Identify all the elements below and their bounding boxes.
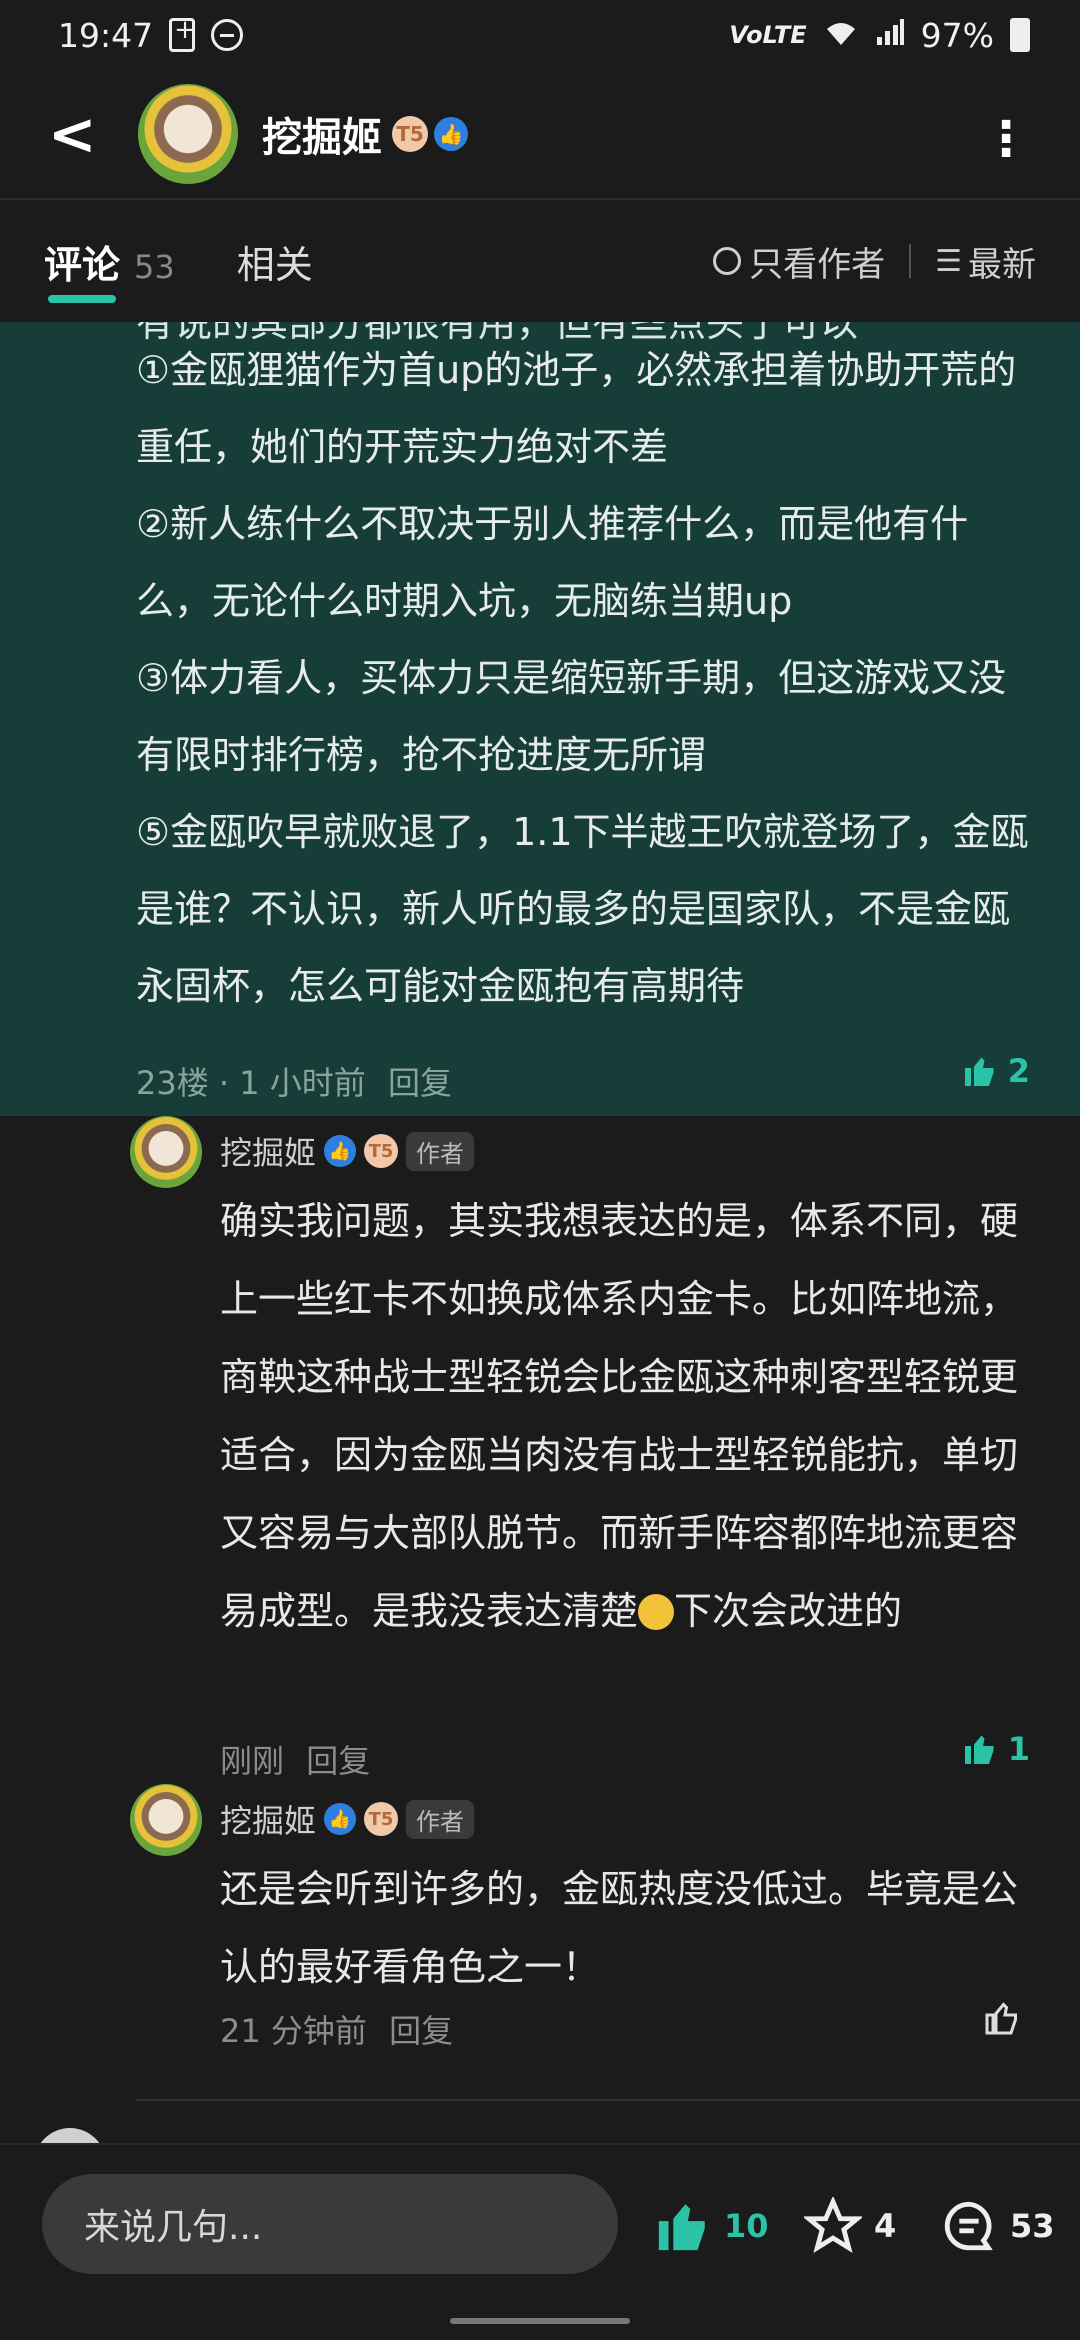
reply-time: 21 分钟前	[220, 2012, 367, 2050]
top-app-bar: < 挖掘姬 T5 👍 ⋮	[0, 70, 1080, 200]
tab-comments[interactable]: 评论 53	[44, 234, 175, 303]
level-badge: T5	[364, 1802, 399, 1836]
thumbs-up-badge-icon: 👍	[324, 1803, 357, 1835]
comment-paragraph: ②新人练什么不取决于别人推荐什么，而是他有什么，无论什么时期入坑，无脑练当期up	[136, 502, 969, 623]
star-icon	[804, 2197, 862, 2253]
emoji-icon	[638, 1594, 675, 1630]
meta-dot: ·	[218, 1064, 230, 1102]
comment-tabs: 评论 53 相关 只看作者 ☰ 最新	[0, 200, 1080, 322]
comment-filters: 只看作者 ☰ 最新	[713, 237, 1036, 286]
like-count: 10	[724, 2207, 769, 2245]
like-button[interactable]: 1	[962, 1730, 1030, 1768]
author-only-toggle[interactable]: 只看作者	[749, 237, 885, 286]
comment-meta: 23楼 · 1 小时前 回复	[136, 1058, 452, 1104]
tab-related[interactable]: 相关	[237, 234, 313, 289]
highlighted-comment[interactable]: 有说的其部分都很有用，但有些点头了可以 ①金瓯狸猫作为首up的池子，必然承担着协…	[0, 322, 1080, 1116]
comments-button[interactable]: 53	[940, 2197, 1055, 2255]
battery-percent: 97%	[920, 15, 994, 55]
comment-time: 1 小时前	[239, 1064, 366, 1102]
back-arrow-icon[interactable]: <	[48, 100, 108, 168]
level-badge: T5	[392, 116, 428, 152]
like-button[interactable]: 2	[962, 1052, 1030, 1090]
reply-author-name[interactable]: 挖掘姬	[220, 1796, 316, 1842]
radio-icon[interactable]	[713, 247, 742, 275]
reply-meta: 刚刚 回复	[220, 1736, 370, 1782]
signal-icon	[875, 16, 905, 55]
comment-count: 53	[1010, 2207, 1055, 2245]
comment-paragraph: ③体力看人，买体力只是缩短新手期，但这游戏又没有限时排行榜，抢不抢进度无所谓	[136, 656, 1007, 777]
comment-paragraph: ①金瓯狸猫作为首up的池子，必然承担着协助开荒的重任，她们的开荒实力绝对不差	[136, 348, 1017, 469]
author-tag: 作者	[406, 1131, 475, 1171]
tab-comments-count: 53	[134, 247, 175, 286]
notification-icon	[169, 15, 196, 52]
like-count: 2	[1007, 1052, 1030, 1090]
avatar[interactable]	[130, 1116, 202, 1188]
page-title[interactable]: 挖掘姬	[262, 105, 382, 163]
like-button[interactable]	[984, 2000, 1030, 2036]
thumbs-up-outline-icon	[985, 2002, 1017, 2035]
comment-divider	[136, 2099, 1080, 2101]
reply-time: 刚刚	[220, 1742, 285, 1780]
favorite-button[interactable]: 4	[804, 2197, 896, 2255]
floor-number: 23楼	[136, 1064, 209, 1102]
thumbs-up-icon	[658, 2204, 705, 2251]
comment-bubble-icon	[944, 2201, 993, 2251]
thumbs-up-badge-icon: 👍	[324, 1135, 357, 1167]
author-tag: 作者	[406, 1799, 475, 1839]
thumbs-up-badge-icon: 👍	[434, 117, 468, 151]
dnd-icon	[211, 19, 244, 51]
reply-text-part: 确实我问题，其实我想表达的是，体系不同，硬上一些红卡不如换成体系内金卡。比如阵地…	[220, 1199, 1019, 1633]
tab-comments-label: 评论	[44, 242, 121, 287]
battery-icon	[1010, 18, 1030, 52]
more-vertical-icon[interactable]: ⋮	[982, 115, 1030, 163]
thumbs-up-icon	[964, 1057, 994, 1086]
level-badge: T5	[364, 1134, 399, 1168]
favorite-count: 4	[874, 2207, 897, 2245]
thumbs-up-icon	[964, 1735, 994, 1764]
sort-icon[interactable]: ☰	[935, 244, 962, 279]
reply-text-part: 下次会改进的	[674, 1589, 903, 1633]
home-indicator[interactable]	[450, 2318, 630, 2324]
comment-paragraph: ⑤金瓯吹早就败退了，1.1下半越王吹就登场了，金瓯是谁？不认识，新人听的最多的是…	[136, 810, 1029, 1008]
reply-button[interactable]: 回复	[389, 2012, 453, 2050]
reply-header: 挖掘姬 👍 T5 作者	[220, 1796, 475, 1842]
volte-icon: VoLTE	[729, 21, 807, 49]
reply-text: 确实我问题，其实我想表达的是，体系不同，硬上一些红卡不如换成体系内金卡。比如阵地…	[220, 1182, 1040, 1650]
avatar[interactable]	[130, 1784, 202, 1856]
wifi-icon	[823, 16, 859, 55]
like-count: 1	[1007, 1730, 1030, 1768]
reply-text: 还是会听到许多的，金瓯热度没低过。毕竟是公认的最好看角色之一！	[220, 1867, 1019, 1989]
status-bar: 19:47 VoLTE 97%	[0, 0, 1080, 70]
sort-button[interactable]: 最新	[968, 237, 1036, 286]
status-time: 19:47	[58, 15, 154, 55]
reply-meta: 21 分钟前 回复	[220, 2006, 453, 2052]
reply-author-name[interactable]: 挖掘姬	[220, 1128, 316, 1174]
divider	[909, 244, 912, 278]
avatar[interactable]	[138, 84, 238, 184]
reply-button[interactable]: 回复	[306, 1742, 370, 1780]
like-post-button[interactable]: 10	[654, 2197, 769, 2255]
reply-button[interactable]: 回复	[388, 1064, 452, 1102]
reply-header: 挖掘姬 👍 T5 作者	[220, 1128, 475, 1174]
tab-related-label: 相关	[236, 242, 313, 287]
bottom-action-bar: 来说几句... 10 4 53	[0, 2143, 1080, 2303]
comment-input[interactable]: 来说几句...	[42, 2174, 618, 2274]
